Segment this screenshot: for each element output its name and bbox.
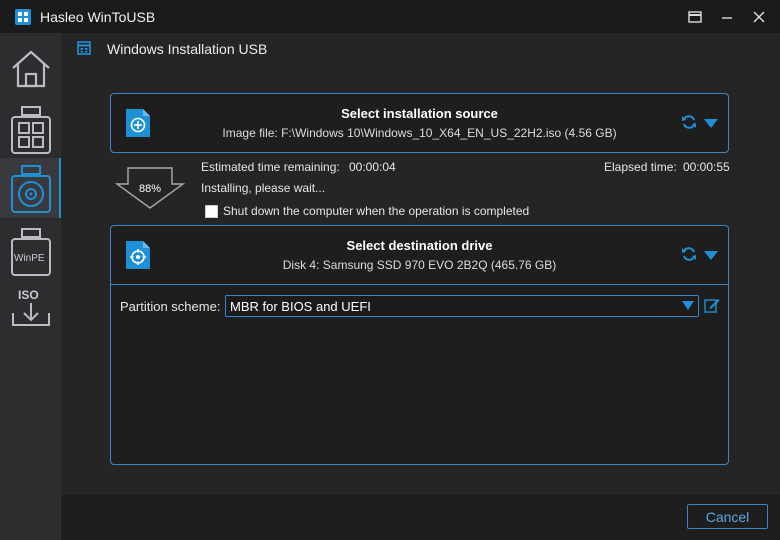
partition-scheme-label: Partition scheme: <box>120 299 221 314</box>
progress-percent: 88% <box>139 183 162 195</box>
destination-subtitle: Disk 4: Samsung SSD 970 EVO 2B2Q (465.76… <box>282 258 557 272</box>
sidebar-item-windows-to-go[interactable] <box>0 99 61 159</box>
title-bar: Hasleo WinToUSB <box>0 0 780 33</box>
winpe-usb-icon <box>11 228 51 276</box>
main-header: Windows Installation USB <box>61 33 780 63</box>
refresh-icon[interactable] <box>681 114 697 130</box>
chevron-down-icon[interactable] <box>703 249 719 261</box>
shutdown-label: Shut down the computer when the operatio… <box>223 204 530 218</box>
sidebar-item-home[interactable] <box>0 38 61 98</box>
window-icon <box>77 41 91 55</box>
elapsed-time-label: Elapsed time: <box>604 160 677 174</box>
partition-scheme-select[interactable]: MBR for BIOS and UEFI <box>225 295 699 317</box>
iso-label: ISO <box>18 288 39 302</box>
windows-usb-icon <box>11 106 51 154</box>
cancel-button[interactable]: Cancel <box>687 504 768 529</box>
app-title: Hasleo WinToUSB <box>40 9 156 25</box>
minimize-icon[interactable] <box>719 9 735 25</box>
winpe-label: WinPE <box>14 253 45 264</box>
app-logo-icon <box>15 9 31 25</box>
menu-icon[interactable] <box>687 9 703 25</box>
shutdown-checkbox[interactable] <box>205 205 218 218</box>
footer <box>61 495 780 540</box>
destination-header[interactable] <box>111 226 728 285</box>
sidebar-item-iso-download[interactable]: ISO <box>0 283 61 343</box>
destination-title: Select destination drive <box>346 238 493 253</box>
source-panel[interactable]: Select installation source Image file: F… <box>110 93 729 153</box>
sidebar: WinPE ISO <box>0 33 61 540</box>
destination-panel: Select destination drive Disk 4: Samsung… <box>110 225 729 465</box>
page-title: Windows Installation USB <box>107 41 268 57</box>
chevron-down-icon[interactable] <box>703 117 719 129</box>
sidebar-item-windows-installation-usb[interactable] <box>0 158 61 218</box>
disc-usb-icon <box>11 165 51 213</box>
estimated-time-label: Estimated time remaining: <box>201 160 340 174</box>
estimated-time-value: 00:00:04 <box>349 160 396 174</box>
chevron-down-icon <box>682 301 694 310</box>
home-icon <box>12 50 50 88</box>
sidebar-item-winpe[interactable]: WinPE <box>0 221 61 281</box>
source-title: Select installation source <box>341 106 498 121</box>
iso-download-icon <box>12 303 50 326</box>
edit-icon[interactable] <box>704 297 720 313</box>
refresh-icon[interactable] <box>681 246 697 262</box>
source-subtitle: Image file: F:\Windows 10\Windows_10_X64… <box>222 126 617 140</box>
close-icon[interactable] <box>751 9 767 25</box>
install-status: Installing, please wait... <box>201 181 326 195</box>
partition-scheme-value: MBR for BIOS and UEFI <box>230 299 371 314</box>
elapsed-time-value: 00:00:55 <box>683 160 730 174</box>
